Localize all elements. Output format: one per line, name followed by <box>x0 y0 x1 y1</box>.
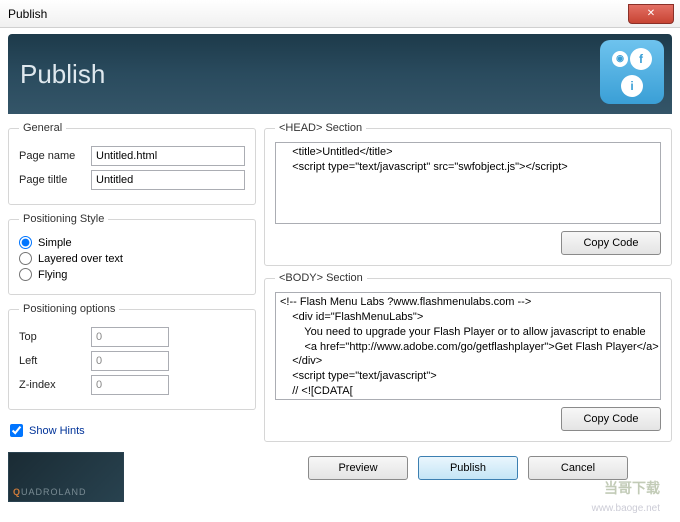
logo-text: QUADROLAND <box>13 487 87 497</box>
body-section-group: <BODY> Section Copy Code <box>264 272 672 442</box>
general-group: General Page name Page tiltle <box>8 122 256 205</box>
header-title: Publish <box>20 59 105 90</box>
show-hints-input[interactable] <box>10 424 23 437</box>
positioning-options-group: Positioning options Top Left Z-index <box>8 303 256 410</box>
radio-layered-label: Layered over text <box>38 253 123 265</box>
page-title-label: Page tiltle <box>19 174 91 186</box>
orb-icon: ◉ <box>612 51 628 67</box>
radio-simple[interactable]: Simple <box>19 236 245 249</box>
i-icon: i <box>621 75 643 97</box>
preview-button[interactable]: Preview <box>308 456 408 480</box>
radio-layered-input[interactable] <box>19 252 32 265</box>
show-hints-check[interactable]: Show Hints <box>10 424 256 437</box>
title-bar: Publish ✕ <box>0 0 680 28</box>
page-name-label: Page name <box>19 150 91 162</box>
left-input[interactable] <box>91 351 169 371</box>
titlebar-buttons: ✕ <box>628 4 680 24</box>
positioning-style-legend: Positioning Style <box>19 213 108 225</box>
body-section-legend: <BODY> Section <box>275 272 367 284</box>
close-icon: ✕ <box>647 8 655 19</box>
radio-layered[interactable]: Layered over text <box>19 252 245 265</box>
body-code[interactable] <box>275 292 661 400</box>
positioning-options-legend: Positioning options <box>19 303 119 315</box>
zindex-label: Z-index <box>19 379 91 391</box>
logo: QUADROLAND <box>8 452 124 502</box>
f-icon: f <box>630 48 652 70</box>
radio-flying-input[interactable] <box>19 268 32 281</box>
copy-head-button[interactable]: Copy Code <box>561 231 661 255</box>
left-label: Left <box>19 355 91 367</box>
radio-simple-input[interactable] <box>19 236 32 249</box>
general-legend: General <box>19 122 66 134</box>
window-title: Publish <box>8 7 47 21</box>
positioning-style-group: Positioning Style Simple Layered over te… <box>8 213 256 295</box>
radio-flying-label: Flying <box>38 269 67 281</box>
page-title-input[interactable] <box>91 170 245 190</box>
head-section-group: <HEAD> Section Copy Code <box>264 122 672 266</box>
radio-flying[interactable]: Flying <box>19 268 245 281</box>
header-band: Publish ◉ f i <box>8 34 672 114</box>
close-button[interactable]: ✕ <box>628 4 674 24</box>
head-section-legend: <HEAD> Section <box>275 122 366 134</box>
zindex-input[interactable] <box>91 375 169 395</box>
footer-buttons: Preview Publish Cancel <box>264 456 672 480</box>
publish-icon: ◉ f i <box>600 40 664 104</box>
page-name-input[interactable] <box>91 146 245 166</box>
show-hints-label: Show Hints <box>29 425 85 437</box>
publish-button[interactable]: Publish <box>418 456 518 480</box>
radio-simple-label: Simple <box>38 237 72 249</box>
head-code[interactable] <box>275 142 661 224</box>
cancel-button[interactable]: Cancel <box>528 456 628 480</box>
copy-body-button[interactable]: Copy Code <box>561 407 661 431</box>
top-label: Top <box>19 331 91 343</box>
top-input[interactable] <box>91 327 169 347</box>
